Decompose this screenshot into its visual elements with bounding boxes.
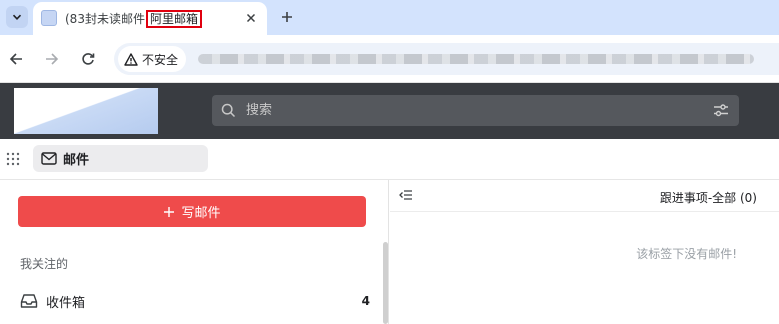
forward-button[interactable]: [42, 49, 62, 69]
reload-icon: [82, 53, 95, 65]
followup-header: 跟进事项-全部 (0): [390, 180, 779, 212]
plus-icon: [282, 12, 292, 22]
sidebar-item-label: 收件箱: [46, 295, 86, 311]
back-button[interactable]: [6, 49, 26, 69]
section-label-followed: 我关注的: [20, 257, 69, 271]
forward-icon: [46, 53, 59, 65]
inbox-icon: [20, 294, 38, 308]
tab-title: (83封未读邮件 阿里邮箱: [65, 10, 202, 28]
sidebar: 写邮件 我关注的 收件箱 4: [0, 180, 389, 324]
apps-grid-icon[interactable]: [6, 152, 20, 166]
unread-count: 4: [361, 294, 370, 308]
url-text-redacted: [198, 54, 754, 64]
logo[interactable]: [14, 88, 158, 134]
browser-tab[interactable]: (83封未读邮件 阿里邮箱: [33, 2, 267, 35]
search-input[interactable]: [246, 95, 686, 126]
tab-title-prefix: (83封未读邮件: [65, 12, 145, 26]
tab-close-button[interactable]: [243, 10, 259, 26]
compose-label: 写邮件: [181, 206, 221, 221]
app-header: [0, 83, 779, 139]
filter-icon[interactable]: [713, 103, 729, 118]
chevron-down-icon: [12, 14, 22, 20]
empty-state-message: 该标签下没有邮件!: [636, 247, 737, 261]
warning-icon: [124, 52, 138, 66]
security-label: 不安全: [142, 52, 179, 67]
search-icon: [221, 103, 236, 118]
app-nav: 邮件: [0, 139, 779, 180]
tab-mail-label: 邮件: [63, 153, 90, 168]
search-box[interactable]: [212, 95, 739, 126]
sidebar-scrollbar[interactable]: [383, 242, 388, 324]
collapse-icon[interactable]: [399, 189, 413, 201]
compose-button[interactable]: 写邮件: [18, 196, 366, 227]
back-icon: [9, 53, 22, 65]
close-icon: [246, 13, 256, 23]
security-chip[interactable]: 不安全: [118, 46, 187, 72]
tab-title-highlight: 阿里邮箱: [145, 10, 202, 28]
plus-small-icon: [164, 206, 175, 217]
address-bar[interactable]: 不安全: [114, 43, 779, 75]
mail-icon: [41, 152, 57, 165]
reload-button[interactable]: [78, 49, 98, 69]
followup-title: 跟进事项-全部 (0): [659, 191, 757, 205]
new-tab-button[interactable]: [276, 6, 298, 28]
tab-mail[interactable]: 邮件: [33, 145, 208, 172]
browser-tab-strip: (83封未读邮件 阿里邮箱: [0, 0, 779, 35]
tab-list-button[interactable]: [6, 6, 28, 28]
browser-toolbar: 不安全: [0, 35, 779, 83]
favicon-icon: [41, 10, 57, 26]
followup-pane: 跟进事项-全部 (0) 该标签下没有邮件!: [390, 180, 779, 324]
sidebar-item-inbox[interactable]: 收件箱 4: [20, 288, 376, 314]
